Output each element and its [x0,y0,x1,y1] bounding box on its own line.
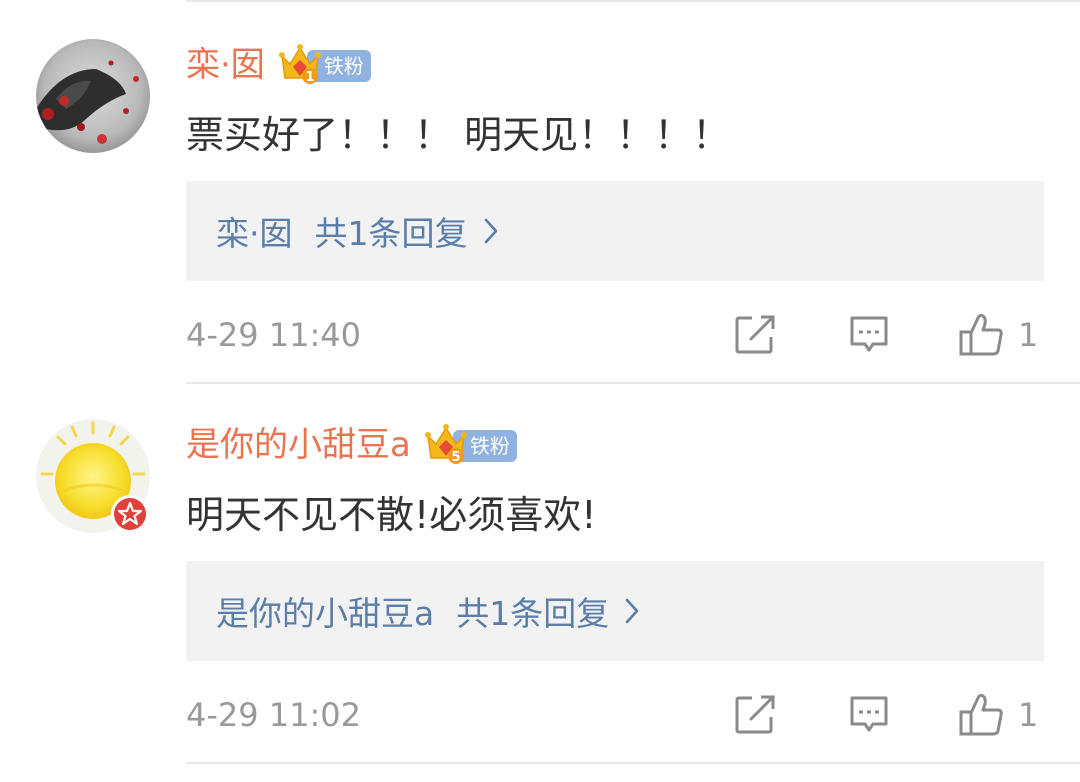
svg-text:1: 1 [305,70,314,85]
repost-icon [735,315,775,354]
comment-icon [850,696,888,732]
timestamp: 4-29 11:40 [186,316,362,354]
comment-text: 票买好了！！！ 明天见！！！！ [186,113,731,157]
repost-button[interactable] [734,310,776,360]
reply-author: 是你的小甜豆a [216,594,435,633]
avatar[interactable] [36,39,150,153]
fan-badge[interactable]: 铁粉 5 [424,422,519,468]
name-row: 栾·囡 铁粉 1 [186,42,373,88]
like-icon [959,693,1003,736]
svg-text:5: 5 [451,450,460,465]
like-button[interactable]: 1 [958,690,1038,740]
like-icon [959,313,1003,356]
crown-icon: 1 [278,44,321,85]
fan-badge[interactable]: 铁粉 1 [278,42,373,88]
comment-button[interactable] [848,310,890,360]
username[interactable]: 栾·囡 [186,42,265,88]
divider [186,762,1080,764]
repost-icon [735,695,775,734]
comment-item: 栾·囡 铁粉 1 票买好了！！！ 明天见！！！！ 栾·囡 共1条回复 4-29 … [0,4,1080,384]
reply-summary[interactable]: 是你的小甜豆a 共1条回复 [186,561,1044,661]
like-count: 1 [1018,696,1039,734]
comment-icon [850,316,888,352]
chevron-right-icon [484,218,497,244]
repost-button[interactable] [734,690,776,740]
divider [186,0,1080,2]
meta-row: 4-29 11:02 1 [186,690,1046,740]
verified-star-icon [111,495,149,533]
username[interactable]: 是你的小甜豆a [186,422,411,468]
reply-summary[interactable]: 栾·囡 共1条回复 [186,181,1044,281]
meta-row: 4-29 11:40 1 [186,310,1046,360]
comment-feed: 栾·囡 铁粉 1 票买好了！！！ 明天见！！！！ 栾·囡 共1条回复 4-29 … [0,0,1080,782]
like-count: 1 [1018,316,1039,354]
reply-count: 共1条回复 [456,594,610,633]
comment-button[interactable] [848,690,890,740]
name-row: 是你的小甜豆a 铁粉 5 [186,422,519,468]
timestamp: 4-29 11:02 [186,696,362,734]
like-button[interactable]: 1 [958,310,1038,360]
comment-item: 是你的小甜豆a 铁粉 5 明天不见不散!必须喜欢! 是你的小甜豆a 共1条回复 [0,384,1080,764]
chevron-right-icon [625,598,639,624]
comment-text: 明天不见不散!必须喜欢! [186,493,597,537]
reply-count: 共1条回复 [314,214,468,253]
crown-icon: 5 [424,424,467,465]
reply-author: 栾·囡 [216,214,293,253]
